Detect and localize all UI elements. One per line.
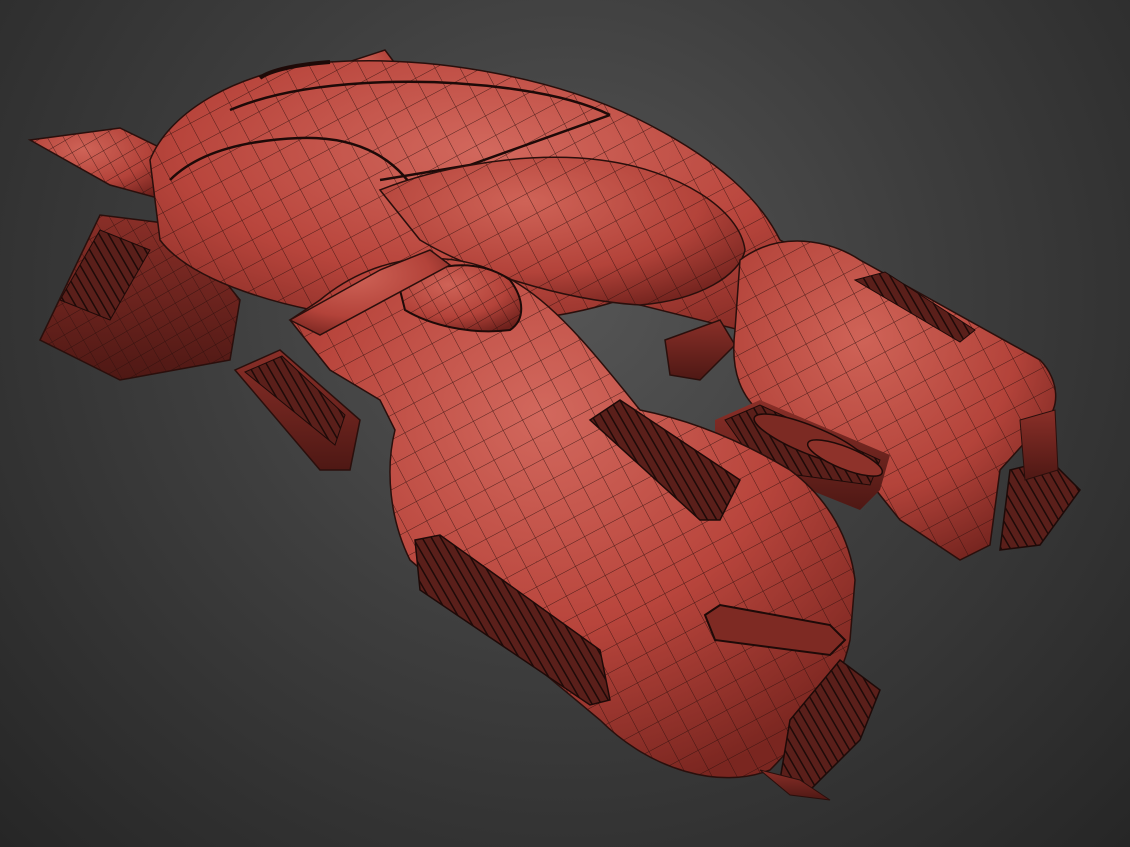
- rear-left-fin: [27, 127, 166, 201]
- center-intake: [664, 319, 736, 381]
- 3d-viewport[interactable]: [0, 0, 1130, 847]
- spaceship-wireframe-model: [27, 49, 1081, 801]
